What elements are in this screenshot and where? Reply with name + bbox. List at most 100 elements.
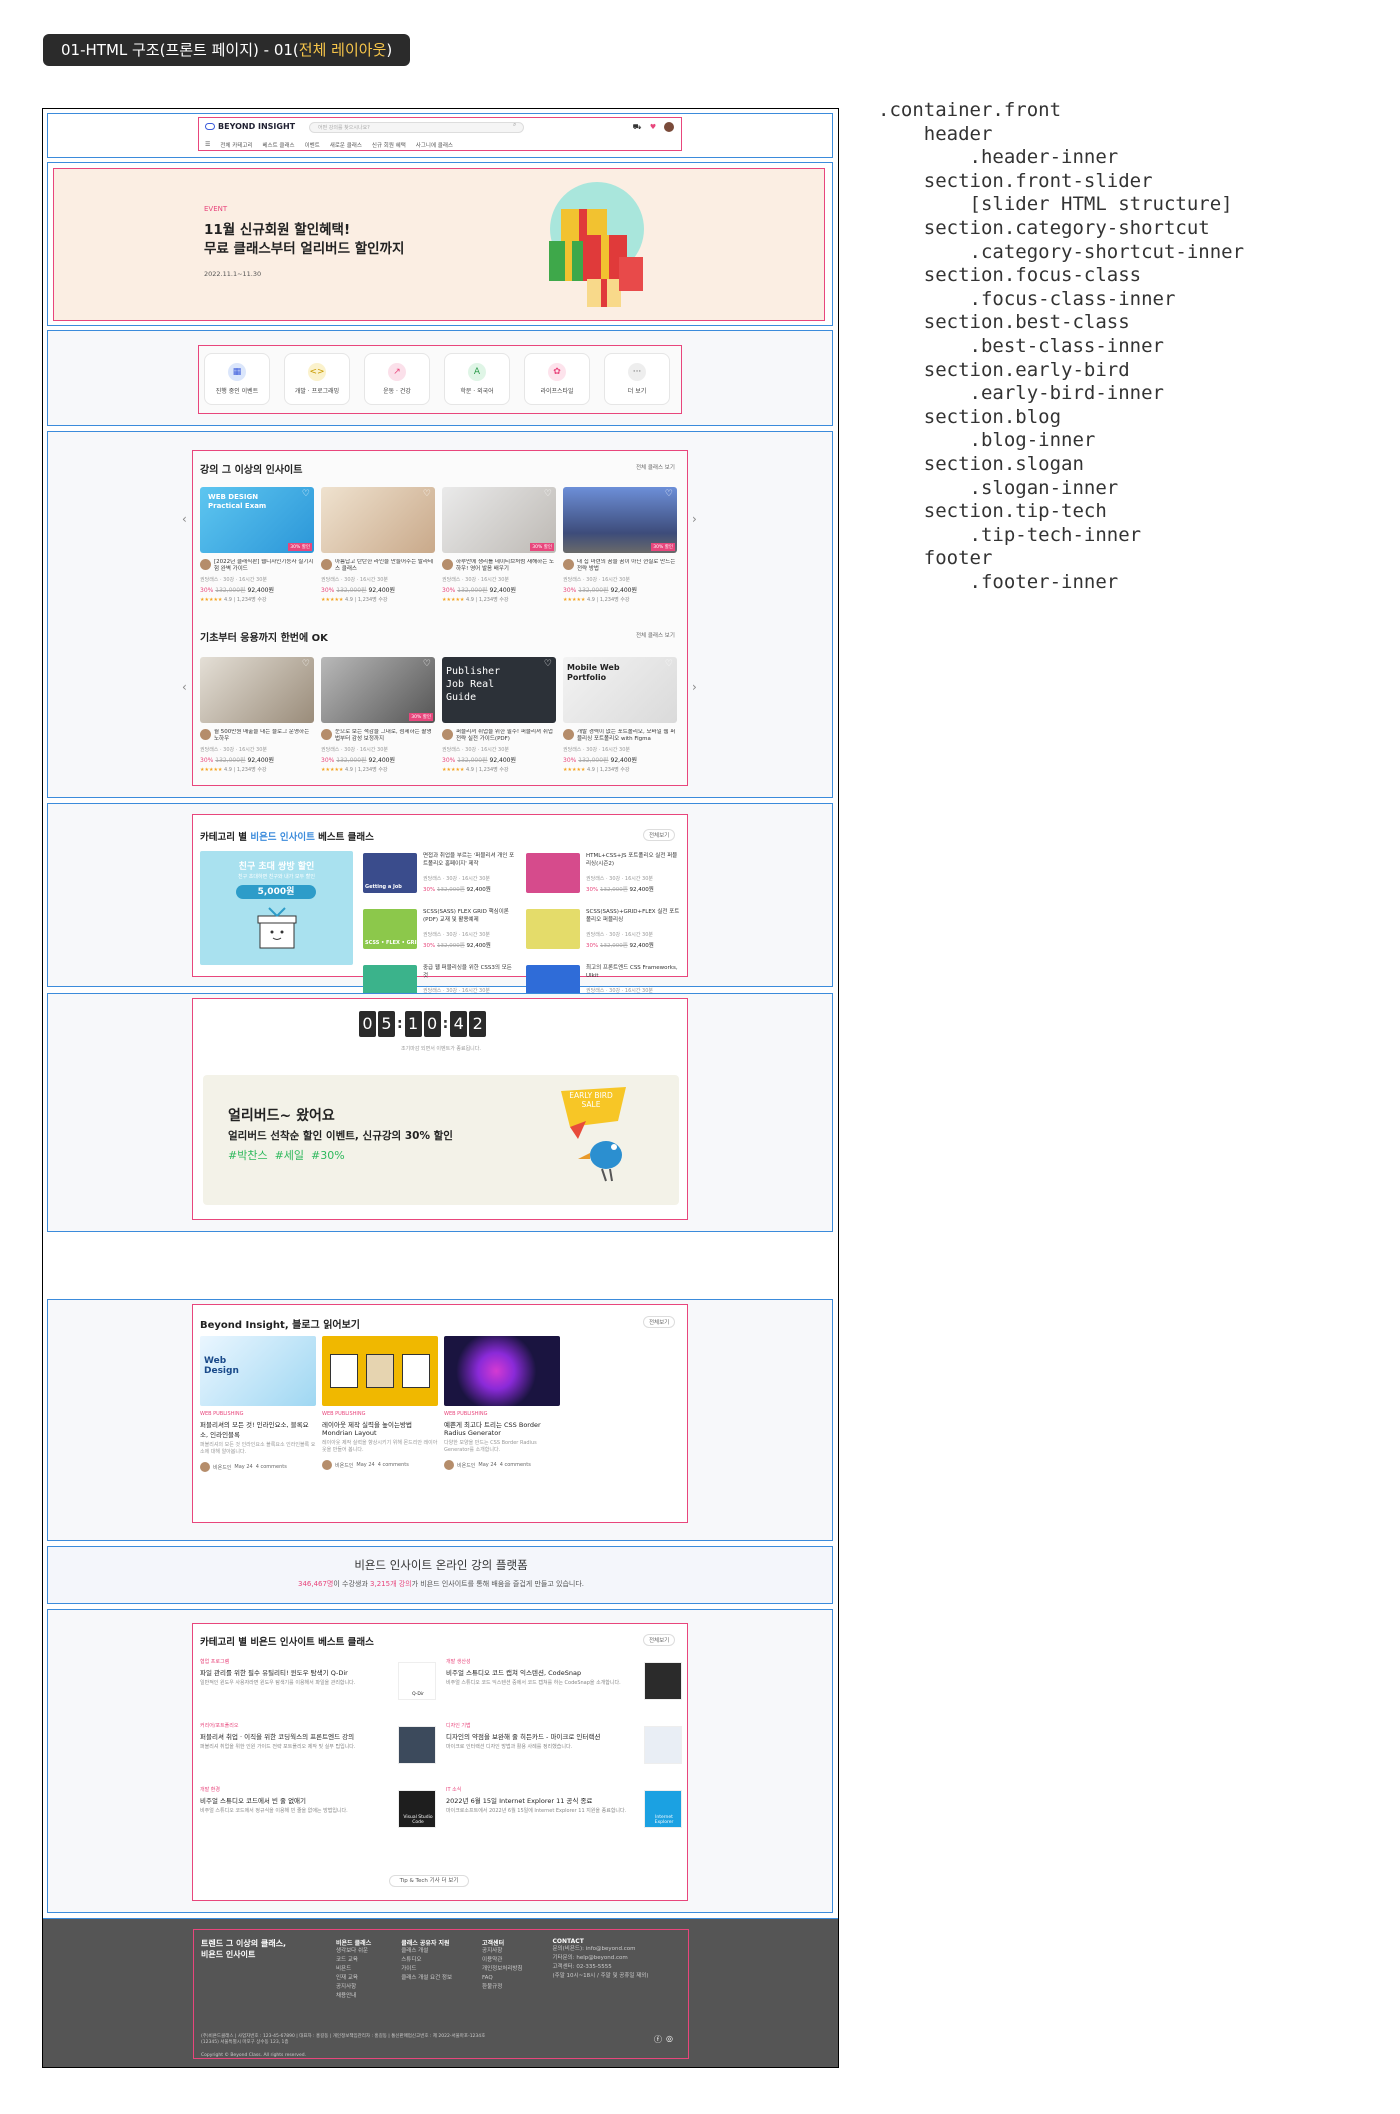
footer-link[interactable]: FAQ <box>482 1974 522 1983</box>
rating-text: 4.9 | 1,234명 수강 <box>224 597 267 603</box>
search-icon[interactable]: ⌕ <box>513 121 516 129</box>
category-item-event[interactable]: ▦ 진행 중인 이벤트 <box>204 353 270 405</box>
blog-card[interactable]: WEB PUBLISHING 예쁜게 최고다 트리는 CSS Border Rad… <box>444 1336 560 1472</box>
favorite-heart-icon[interactable]: ♡ <box>544 489 552 499</box>
footer-link[interactable]: 이용약관 <box>482 1956 522 1965</box>
search-input[interactable]: 어떤 강의를 찾으시나요? <box>309 122 524 133</box>
promo-banner[interactable]: 친구 초대 쌍방 할인 친구 초대하면 친구와 내가 모두 할인 5,000원 <box>200 851 353 965</box>
blog-thumbnail: Web Design <box>200 1336 316 1406</box>
blog-card[interactable]: Web Design WEB PUBLISHING 퍼블리셔의 모든 것! 인라인요… <box>200 1336 316 1472</box>
footer-link[interactable]: 고객센터: 02-335-5555 <box>553 1963 649 1972</box>
footer-link[interactable]: (주말 10시~18시 / 주말 및 공휴일 제외) <box>553 1972 649 1981</box>
footer-brand-line2: 비욘드 인사이트 <box>201 1950 256 1959</box>
best-class-price: 30% 132,000원 92,400원 <box>423 885 491 893</box>
course-card[interactable]: WEB DESIGN Practical Exam ♡ 30% 할인 [2022년 클… <box>200 487 314 603</box>
best-class-title: 중급 웹 퍼블리싱을 위한 CSS3의 모든 것 <box>423 965 512 979</box>
best-class-price: 30% 132,000원 92,400원 <box>586 885 654 893</box>
header-logo[interactable]: BEYOND INSIGHT <box>205 122 295 131</box>
tip-item[interactable]: 개발 생산성 비주얼 스튜디오 코드 캡쳐 익스텐션, CodeSnap 비주얼 스… <box>446 1658 682 1706</box>
course-card[interactable]: Mobile Web Portfolio ♡ 개발 경력이 없는 포트폴리오, 모바… <box>563 657 677 773</box>
nav-item-new[interactable]: 새로운 클래스 <box>330 141 362 149</box>
discount-rate: 30% <box>423 887 437 893</box>
blog-inner: Beyond Insight, 블로그 읽어보기 전체보기 Web Design… <box>192 1304 688 1523</box>
tip-item[interactable]: 협업 프로그램 파일 관리를 위한 필수 유틸리티! 윈도우 탐색기 Q-Dir 일… <box>200 1658 436 1706</box>
nav-item-member-benefit[interactable]: 신규 회원 혜택 <box>372 141 406 149</box>
next-arrow-icon[interactable]: › <box>692 680 697 694</box>
tip-more-button[interactable]: 전체보기 <box>643 1634 676 1646</box>
footer-link[interactable]: 개인정보처리방침 <box>482 1965 522 1974</box>
notification-icon[interactable]: ♥ <box>648 122 658 132</box>
footer-link[interactable]: 채용안내 <box>336 1992 371 2001</box>
prev-arrow-icon[interactable]: ‹ <box>182 512 187 526</box>
instagram-icon[interactable]: ◎ <box>666 2034 673 2043</box>
best-class-item[interactable]: Getting a Job 면접과 취업을 부르는 '퍼블리셔 개인 포트폴리오 … <box>363 853 518 905</box>
menu-icon[interactable]: ☰ <box>205 141 210 149</box>
course-card[interactable]: ♡ 30% 할인 눈으로 보는 색감을 그대로, 섬세하는 촬영법부터 감성 보정까… <box>321 657 435 773</box>
avatar[interactable] <box>664 122 674 132</box>
footer-link[interactable]: 인재 교육 <box>336 1974 371 1983</box>
best-class-item[interactable]: SCSS(SASS)+GRID+FLEX 실전 포트폴리오 퍼블리싱 권당래스 ·… <box>526 909 681 961</box>
blog-category: WEB PUBLISHING <box>444 1411 488 1417</box>
best-class-item[interactable]: SCSS • FLEX • GRID SCSS(SASS) FLEX GRID 핵… <box>363 909 518 961</box>
nav-item-best[interactable]: 베스트 클래스 <box>263 141 295 149</box>
best-class-item[interactable]: HTML+CSS+JS 포트폴리오 실전 퍼블리싱(시즌2) 권당래스 · 30강… <box>526 853 681 905</box>
course-card[interactable]: ♡ 월 500만원 매출을 내는 블로그 운영하는 노하우 권당래스 · 30강 ·… <box>200 657 314 773</box>
tip-item[interactable]: IT 소식 2022년 6월 15일 Internet Explorer 11 공… <box>446 1786 682 1834</box>
category-item-lifestyle[interactable]: ✿ 라이프스타일 <box>524 353 590 405</box>
footer-link[interactable]: 스튜디오 <box>401 1956 452 1965</box>
favorite-heart-icon[interactable]: ♡ <box>423 659 431 669</box>
footer-inner: 트렌드 그 이상의 클래스, 비욘드 인사이트 비욘드 클래스 생각보다 쉬운 코드 … <box>193 1929 689 2059</box>
course-card[interactable]: ♡ 아름답고 탄탄한 라인을 만들어주는 발라테스 클래스 권당래스 · 30강 ·… <box>321 487 435 603</box>
footer-link[interactable]: 문의(비욘드): info@beyond.com <box>553 1945 649 1954</box>
prev-arrow-icon[interactable]: ‹ <box>182 680 187 694</box>
countdown-colon: : <box>442 1016 449 1032</box>
footer-link[interactable]: 코드 교육 <box>336 1956 371 1965</box>
tip-item[interactable]: 커리어/포트폴리오 퍼블리셔 취업 · 이직을 위한 코딩웍스의 프론트엔드 강의… <box>200 1722 436 1770</box>
category-item-more[interactable]: ··· 더 보기 <box>604 353 670 405</box>
category-item-dev[interactable]: <> 개발 · 프로그래밍 <box>284 353 350 405</box>
nav-item-special[interactable]: 사그니에 클래스 <box>416 141 453 149</box>
footer-link[interactable]: 가이드 <box>401 1965 452 1974</box>
front-slider-slide[interactable]: EVENT 11월 신규회원 할인혜택! 무료 클래스부터 얼리버드 할인까지 … <box>53 168 825 321</box>
footer-link[interactable]: 공지사항 <box>336 1983 371 1992</box>
blog-more-button[interactable]: 전체보기 <box>643 1316 676 1328</box>
early-bird-banner[interactable]: 얼리버드~ 왔어요 얼리버드 선착순 할인 이벤트, 신규강의 30% 할인 #… <box>203 1075 679 1205</box>
footer-link[interactable]: 생각보다 쉬운 <box>336 1947 371 1956</box>
tip-excerpt: 비주얼 스튜디오 코드 익스텐션 중에서 코드 캡쳐를 하는 CodeSnap을… <box>446 1680 621 1686</box>
footer-link[interactable]: 공지사항 <box>482 1947 522 1956</box>
course-card[interactable]: ♡ 30% 할인 내 집 마련의 꿈을 꿈이 아닌 현실로 만드는 전략 방법 권당래… <box>563 487 677 603</box>
footer-link[interactable]: 기타문의: help@beyond.com <box>553 1954 649 1963</box>
tip-item[interactable]: 개발 환경 비주얼 스튜디오 코드에서 빈 줄 없애기 비주얼 스튜디오 코드에서 … <box>200 1786 436 1834</box>
focus-row2-more-link[interactable]: 전체 클래스 보기 <box>636 631 675 639</box>
course-price: 30% 132,000원 92,400원 <box>442 585 556 594</box>
course-card[interactable]: Publisher Job Real Guide ♡ 퍼블리셔 취업을 위한 필수!… <box>442 657 556 773</box>
best-more-button[interactable]: 전체보기 <box>643 829 676 841</box>
focus-row1-more-link[interactable]: 전체 클래스 보기 <box>636 463 675 471</box>
rating-text: 4.9 | 1,234명 수강 <box>224 767 267 773</box>
footer-link[interactable]: 클래스 개설 <box>401 1947 452 1956</box>
favorite-heart-icon[interactable]: ♡ <box>423 489 431 499</box>
tip-item[interactable]: 디자인 기법 디자인의 약점을 보완해 줄 히든카드 - 마이크로 인터랙션 마이크… <box>446 1722 682 1770</box>
next-arrow-icon[interactable]: › <box>692 512 697 526</box>
cart-icon[interactable]: ⛟ <box>632 122 642 132</box>
section-front-slider: EVENT 11월 신규회원 할인혜택! 무료 클래스부터 얼리버드 할인까지 … <box>47 162 833 326</box>
facebook-icon[interactable]: ⓕ <box>654 2034 662 2045</box>
footer-link[interactable]: 클래스 개설 요건 정보 <box>401 1974 452 1983</box>
tip-more-articles-button[interactable]: Tip & Tech 기사 더 보기 <box>389 1875 469 1887</box>
favorite-heart-icon[interactable]: ♡ <box>665 659 673 669</box>
nav-item-event[interactable]: 이벤트 <box>305 141 320 149</box>
footer-link[interactable]: 환불규정 <box>482 1983 522 1992</box>
favorite-heart-icon[interactable]: ♡ <box>665 489 673 499</box>
code-line: .header-inner <box>878 146 1119 169</box>
course-card[interactable]: ♡ 30% 할인 하루만에 챙리를 네이티브처럼 재해하는 노하우! 영어 발음 배… <box>442 487 556 603</box>
category-item-health[interactable]: ↗ 운동 · 건강 <box>364 353 430 405</box>
nav-item-all-categories[interactable]: 전체 카테고리 <box>220 141 252 149</box>
code-line: .best-class-inner <box>878 334 1164 357</box>
blog-card[interactable]: WEB PUBLISHING 레이아웃 제작 실력을 높이는방법 Mondrian… <box>322 1336 438 1472</box>
best-class-thumbnail: SCSS • FLEX • GRID <box>363 909 421 949</box>
favorite-heart-icon[interactable]: ♡ <box>302 659 310 669</box>
favorite-heart-icon[interactable]: ♡ <box>302 489 310 499</box>
category-item-language[interactable]: A 학문 · 외국어 <box>444 353 510 405</box>
favorite-heart-icon[interactable]: ♡ <box>544 659 552 669</box>
footer-link[interactable]: 비욘드 <box>336 1965 371 1974</box>
